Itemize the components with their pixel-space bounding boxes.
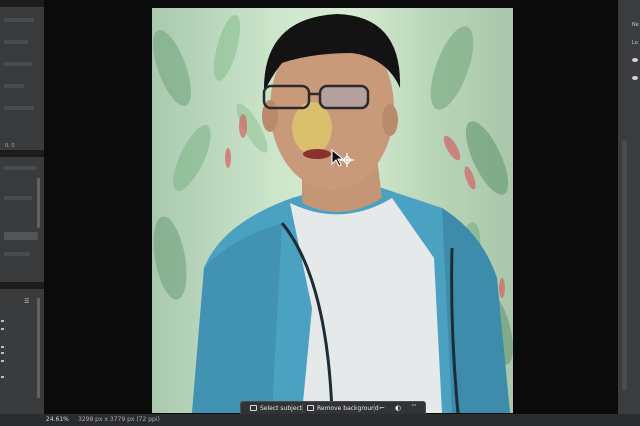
coordinate-readout: 0, 0 <box>5 143 15 149</box>
task-bar-divider <box>302 404 303 412</box>
panel-scrollbar[interactable] <box>622 140 627 390</box>
layer-bullet <box>1 352 4 354</box>
remove-background-icon <box>307 405 314 411</box>
panel-row <box>4 40 28 44</box>
more-options-button[interactable]: ··· <box>411 401 417 410</box>
layer-bullet <box>1 376 4 378</box>
select-subject-label: Select subject <box>260 404 303 412</box>
mask-icon[interactable]: ◐ <box>395 404 401 412</box>
document-image[interactable] <box>152 8 513 413</box>
panel-row <box>4 84 24 88</box>
panel-row[interactable] <box>4 166 36 170</box>
panel-row[interactable] <box>4 196 32 200</box>
panel-label: Ne <box>632 22 639 28</box>
panel-row[interactable] <box>4 252 30 256</box>
panel-row <box>4 106 34 110</box>
select-subject-icon <box>250 405 257 411</box>
panel-input[interactable] <box>4 232 38 240</box>
document-size[interactable]: 3298 px x 3779 px (72 ppi) <box>78 416 160 423</box>
left-panel: ☰ <box>0 0 44 426</box>
layer-bullet <box>1 328 4 330</box>
panel-separator <box>0 0 44 7</box>
layer-bullet <box>1 346 4 348</box>
panel-separator <box>0 150 44 157</box>
eye-icon[interactable] <box>632 76 638 80</box>
layer-bullet <box>1 360 4 362</box>
panel-row <box>4 18 34 22</box>
layer-bullet <box>1 320 4 322</box>
transform-icon[interactable]: ⌐ <box>379 404 385 412</box>
remove-background-button[interactable]: Remove background <box>307 402 379 414</box>
panel-label: Lo <box>632 40 638 46</box>
zoom-level[interactable]: 24.61% <box>46 416 69 423</box>
remove-background-label: Remove background <box>317 404 379 412</box>
panel-row <box>4 62 32 66</box>
panel-separator <box>0 282 44 289</box>
portrait-photo <box>153 14 513 413</box>
task-bar-divider <box>374 404 375 412</box>
panel-scrollbar[interactable] <box>37 298 40 398</box>
eye-icon[interactable] <box>632 58 638 62</box>
panel-scrollbar[interactable] <box>37 178 40 228</box>
list-view-icon[interactable]: ☰ <box>24 298 34 306</box>
select-subject-button[interactable]: Select subject <box>250 402 302 414</box>
